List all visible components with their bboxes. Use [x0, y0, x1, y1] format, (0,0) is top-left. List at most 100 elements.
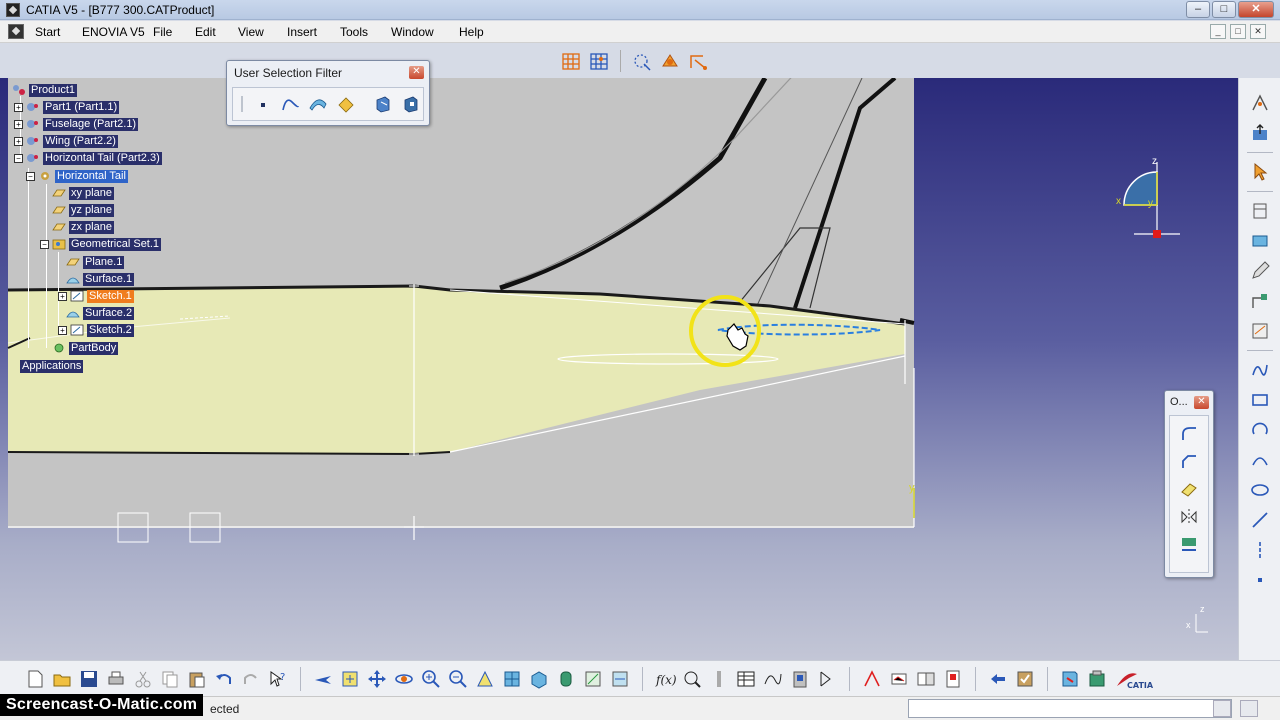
feature-element-filter-icon[interactable]	[372, 92, 396, 116]
mirror-icon[interactable]	[1178, 506, 1200, 528]
collapse-icon[interactable]: −	[14, 153, 23, 163]
fly-mode-icon[interactable]	[312, 668, 334, 690]
print-icon[interactable]	[105, 668, 127, 690]
geometrical-element-filter-icon[interactable]	[399, 92, 423, 116]
catia-app-icon[interactable]	[6, 3, 20, 17]
ellipse-icon[interactable]	[1249, 479, 1271, 501]
point-icon[interactable]	[1249, 569, 1271, 591]
quick-view-icon[interactable]	[501, 668, 523, 690]
menu-help[interactable]: Help	[459, 25, 484, 39]
close-button[interactable]: ✕	[1238, 1, 1274, 18]
rectangle-icon[interactable]	[1249, 230, 1271, 252]
menu-window[interactable]: Window	[391, 25, 434, 39]
document-menu-icon[interactable]	[8, 24, 24, 39]
minimize-button[interactable]: –	[1186, 1, 1210, 18]
selection-filter-close-button[interactable]: ✕	[409, 66, 424, 79]
menu-tools[interactable]: Tools	[340, 25, 368, 39]
tree-node-zx-plane[interactable]: zx plane	[52, 220, 114, 234]
whats-this-icon[interactable]: ?	[267, 668, 289, 690]
pencil-icon[interactable]	[1249, 260, 1271, 282]
hide-show-icon[interactable]	[582, 668, 604, 690]
expand-icon[interactable]: +	[58, 291, 67, 301]
iso-view-icon[interactable]	[528, 668, 550, 690]
construction-element-icon[interactable]	[631, 50, 653, 72]
rotate-icon[interactable]	[393, 668, 415, 690]
cut-icon[interactable]	[132, 668, 154, 690]
formula-icon[interactable]: f(x)	[654, 668, 676, 690]
toolbar-grip-icon[interactable]	[237, 92, 247, 116]
tree-node-plane1[interactable]: Plane.1	[66, 255, 125, 269]
open-icon[interactable]	[51, 668, 73, 690]
sketch-analysis-icon[interactable]	[861, 668, 883, 690]
grid-icon[interactable]	[560, 50, 582, 72]
point-filter-icon[interactable]	[251, 92, 275, 116]
trim-icon[interactable]	[1178, 478, 1200, 500]
normal-view-icon[interactable]	[474, 668, 496, 690]
menu-enovia[interactable]: ENOVIA V5	[82, 25, 145, 39]
measure-icon[interactable]	[888, 668, 910, 690]
redo-icon[interactable]	[240, 668, 262, 690]
operation-floating-toolbar[interactable]: O... ✕	[1164, 390, 1214, 578]
collapse-icon[interactable]: −	[26, 171, 35, 181]
profile-icon[interactable]	[1249, 200, 1271, 222]
tree-node-surface1[interactable]: Surface.1	[66, 272, 135, 286]
spline-icon[interactable]	[1249, 359, 1271, 381]
snap-to-point-icon[interactable]	[588, 50, 610, 72]
doc-minimize-button[interactable]: _	[1210, 24, 1226, 39]
tree-node-product[interactable]: Product1	[12, 83, 78, 97]
operation-toolbar-close-button[interactable]: ✕	[1194, 396, 1209, 409]
chamfer-icon[interactable]	[1178, 450, 1200, 472]
shading-icon[interactable]	[555, 668, 577, 690]
undo-icon[interactable]	[213, 668, 235, 690]
sketcher-icon[interactable]	[1249, 92, 1271, 114]
rectangle-outline-icon[interactable]	[1249, 389, 1271, 411]
exit-workbench-icon[interactable]	[1249, 122, 1271, 144]
fit-all-icon[interactable]	[339, 668, 361, 690]
menu-edit[interactable]: Edit	[195, 25, 216, 39]
corner-icon[interactable]	[1178, 422, 1200, 444]
line-icon[interactable]	[1249, 509, 1271, 531]
tree-node-part1[interactable]: + Part1 (Part1.1)	[14, 100, 120, 114]
tree-node-wing[interactable]: + Wing (Part2.2)	[14, 134, 118, 148]
law-icon[interactable]	[762, 668, 784, 690]
surface-filter-icon[interactable]	[306, 92, 330, 116]
tree-node-geometrical-set[interactable]: − Geometrical Set.1	[40, 237, 162, 251]
doc-restore-button[interactable]: □	[1230, 24, 1246, 39]
collapse-icon[interactable]: −	[40, 239, 49, 249]
report-icon[interactable]	[942, 668, 964, 690]
expand-icon[interactable]: +	[58, 325, 67, 335]
new-icon[interactable]	[24, 668, 46, 690]
tree-node-xy-plane[interactable]: xy plane	[52, 186, 114, 200]
update-icon[interactable]	[1014, 668, 1036, 690]
tree-node-horizontal-tail[interactable]: − Horizontal Tail (Part2.3)	[14, 151, 162, 165]
tree-node-fuselage[interactable]: + Fuselage (Part2.1)	[14, 117, 139, 131]
workbench-switch-icon[interactable]	[1086, 668, 1108, 690]
parameter-icon[interactable]	[708, 668, 730, 690]
save-icon[interactable]	[78, 668, 100, 690]
geometrical-constraints-icon[interactable]	[659, 50, 681, 72]
menu-insert[interactable]: Insert	[287, 25, 317, 39]
power-input-field[interactable]	[908, 699, 1232, 718]
circle-arc-icon[interactable]	[1249, 419, 1271, 441]
volume-filter-icon[interactable]	[334, 92, 358, 116]
select-arrow-icon[interactable]	[1249, 161, 1271, 183]
menu-start[interactable]: Start	[35, 25, 60, 39]
restore-button[interactable]: □	[1212, 1, 1236, 18]
zoom-in-icon[interactable]	[420, 668, 442, 690]
pan-icon[interactable]	[366, 668, 388, 690]
constraint-icon[interactable]	[1249, 290, 1271, 312]
dimensional-constraints-icon[interactable]	[687, 50, 709, 72]
tools-icon[interactable]	[987, 668, 1009, 690]
macro-icon[interactable]	[816, 668, 838, 690]
axis-icon[interactable]	[1249, 539, 1271, 561]
compass-widget[interactable]: x y z	[1110, 156, 1200, 246]
tree-node-sketch2[interactable]: + Sketch.2	[58, 323, 134, 337]
compare-icon[interactable]	[915, 668, 937, 690]
curve-filter-icon[interactable]	[279, 92, 303, 116]
curve-icon[interactable]	[1249, 449, 1271, 471]
project-3d-elements-icon[interactable]	[1178, 534, 1200, 556]
auto-constraint-icon[interactable]	[1249, 320, 1271, 342]
user-selection-filter-toolbar[interactable]: User Selection Filter ✕	[226, 60, 430, 126]
design-table-icon[interactable]	[735, 668, 757, 690]
menu-file[interactable]: File	[153, 25, 172, 39]
